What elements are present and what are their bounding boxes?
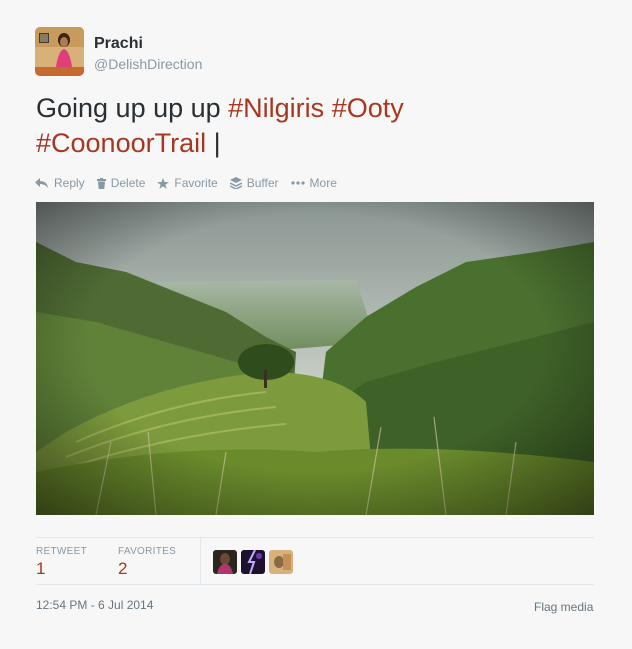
tweet-card: Prachi @DelishDirection Going up up up #…	[0, 0, 632, 649]
more-button[interactable]: More	[290, 176, 337, 190]
more-label: More	[309, 176, 337, 190]
delete-label: Delete	[110, 176, 146, 190]
buffer-button[interactable]: Buffer	[229, 176, 279, 190]
favorites-label: FAVORITES	[118, 546, 177, 557]
favorite-button[interactable]: Favorite	[157, 176, 218, 190]
tweet-photo[interactable]	[36, 202, 594, 515]
avatar[interactable]	[269, 550, 293, 574]
user-name[interactable]: Prachi	[94, 35, 143, 53]
tweet-text: Going up up up #Nilgiris #Ooty #CoonoorTr…	[36, 91, 596, 161]
avatar[interactable]	[35, 27, 84, 76]
favorite-label: Favorite	[174, 176, 218, 190]
tweet-actions: Reply Delete Favorite Buffer More	[35, 175, 337, 191]
user-handle[interactable]: @DelishDirection	[94, 56, 202, 72]
reply-button[interactable]: Reply	[35, 176, 85, 190]
reply-icon	[35, 177, 48, 188]
more-dots-icon	[290, 181, 305, 185]
buffer-label: Buffer	[246, 176, 279, 190]
delete-button[interactable]: Delete	[96, 176, 146, 190]
tweet-text-plain: Going up up up	[36, 93, 229, 123]
avatar[interactable]	[241, 550, 265, 574]
favorites-count[interactable]: 2	[118, 559, 127, 579]
retweet-label: RETWEET	[36, 546, 87, 557]
trash-icon	[96, 177, 106, 189]
avatar[interactable]	[213, 550, 237, 574]
hashtag-coonoortrail[interactable]: #CoonoorTrail	[36, 128, 206, 158]
text-cursor: |	[213, 128, 221, 158]
hashtag-ooty[interactable]: #Ooty	[332, 93, 404, 123]
star-icon	[157, 177, 170, 189]
tweet-stats: RETWEET 1 FAVORITES 2	[36, 537, 594, 585]
reply-label: Reply	[54, 176, 85, 190]
stats-divider	[200, 538, 201, 585]
hashtag-nilgiris[interactable]: #Nilgiris	[228, 93, 324, 123]
retweet-count[interactable]: 1	[36, 559, 45, 579]
tweet-timestamp[interactable]: 12:54 PM - 6 Jul 2014	[36, 598, 153, 612]
buffer-icon	[229, 177, 242, 189]
flag-media-link[interactable]: Flag media	[534, 600, 593, 614]
